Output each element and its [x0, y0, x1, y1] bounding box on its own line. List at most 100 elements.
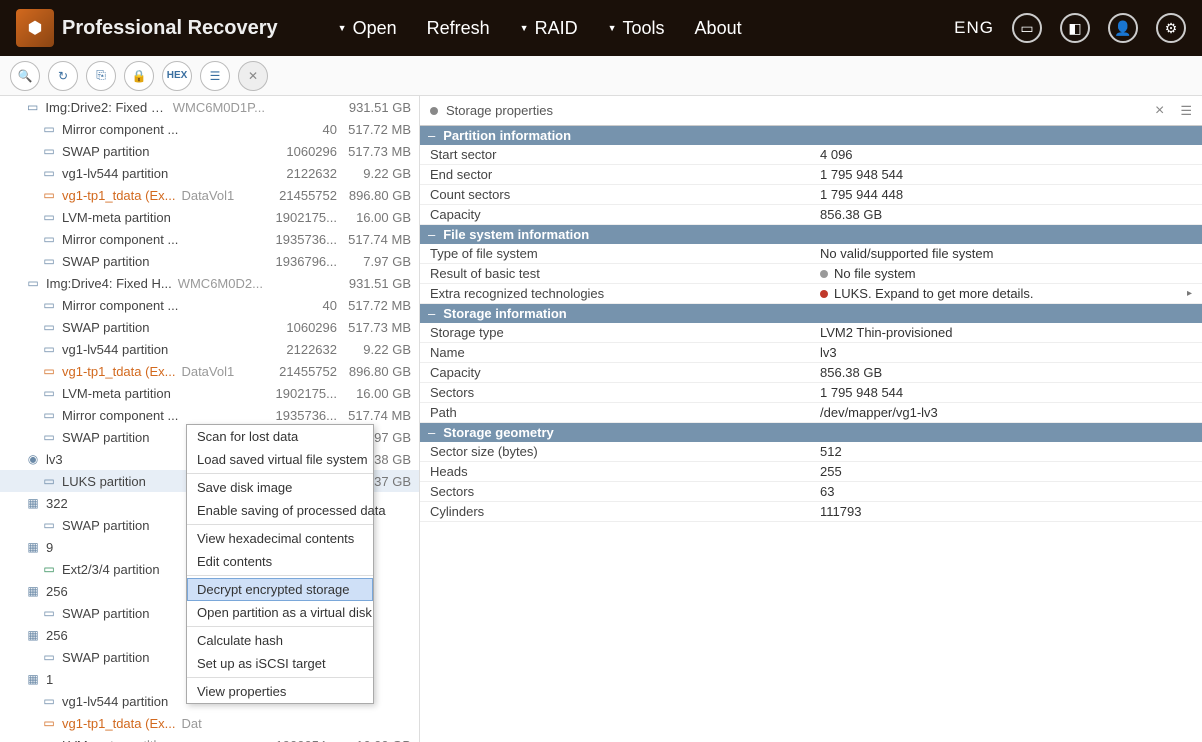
context-menu-item[interactable]: Calculate hash [187, 629, 373, 652]
language-selector[interactable]: ENG [954, 18, 994, 38]
section-title: File system information [443, 227, 589, 242]
context-menu-item[interactable]: View hexadecimal contents [187, 527, 373, 550]
user-icon[interactable]: 👤 [1108, 13, 1138, 43]
caret-down-icon: ▼ [520, 23, 529, 33]
tree-label: LVM-meta partition [62, 210, 171, 225]
tree-sector: 2122632 [265, 342, 337, 357]
main-area: ▭Img:Drive2: Fixed H...WMC6M0D1P...931.5… [0, 96, 1202, 742]
property-value: 856.38 GB [810, 363, 1202, 382]
tree-sector: 1060296 [265, 144, 337, 159]
tree-label: lv3 [46, 452, 63, 467]
menu-open[interactable]: ▼Open [338, 18, 397, 39]
part-icon: ▭ [40, 716, 58, 730]
section-title: Partition information [443, 128, 571, 143]
section-header[interactable]: –Storage information [420, 304, 1202, 323]
tree-row[interactable]: ▭Mirror component ...40517.72 MB [0, 294, 419, 316]
tree-row[interactable]: ▭SWAP partition1060296517.73 MB [0, 140, 419, 162]
tree-label: Mirror component ... [62, 298, 178, 313]
tree-size: 896.80 GB [343, 364, 411, 379]
section-header[interactable]: –Storage geometry [420, 423, 1202, 442]
tree-row[interactable]: ▭SWAP partition1060296517.73 MB [0, 316, 419, 338]
close-icon[interactable]: ✕ [238, 61, 268, 91]
part-icon: ▭ [40, 738, 58, 742]
collapse-icon: – [428, 425, 435, 440]
tab-close-icon[interactable]: × [1155, 102, 1164, 120]
refresh-icon[interactable]: ↻ [48, 61, 78, 91]
context-menu-item[interactable]: Enable saving of processed data [187, 499, 373, 522]
tree-label: vg1-lv544 partition [62, 694, 168, 709]
context-menu-item[interactable]: Open partition as a virtual disk [187, 601, 373, 624]
properties-tab[interactable]: Storage properties × ☰ [420, 96, 1202, 126]
tree-row[interactable]: ▭Mirror component ...1935736...517.74 MB [0, 228, 419, 250]
list-icon[interactable]: ☰ [200, 61, 230, 91]
tree-row[interactable]: ▭vg1-tp1_tdata (Ex...Dat [0, 712, 419, 734]
property-value: No file system [810, 264, 1202, 283]
property-row[interactable]: Extra recognized technologiesLUKS. Expan… [420, 284, 1202, 304]
tree-row[interactable]: ▭LVM-meta partition1902175...16.00 GB [0, 206, 419, 228]
part-icon: ▭ [40, 144, 58, 158]
tree-row[interactable]: ▭Img:Drive2: Fixed H...WMC6M0D1P...931.5… [0, 96, 419, 118]
search-icon[interactable]: 🔍 [10, 61, 40, 91]
property-key: Capacity [420, 205, 810, 224]
tree-label: SWAP partition [62, 320, 149, 335]
menu-open-label: Open [353, 18, 397, 39]
collapse-icon: – [428, 306, 435, 321]
tree-row[interactable]: ▭vg1-tp1_tdata (Ex...DataVol121455752896… [0, 360, 419, 382]
tree-label: SWAP partition [62, 606, 149, 621]
part-icon: ▭ [40, 166, 58, 180]
expand-arrow-icon[interactable]: ▸ [1187, 288, 1192, 299]
tree-row[interactable]: ▭Img:Drive4: Fixed H...WMC6M0D2...931.51… [0, 272, 419, 294]
tree-row[interactable]: ▭vg1-lv544 partition21226329.22 GB [0, 162, 419, 184]
tree-sector: 1936796... [265, 254, 337, 269]
context-menu-item[interactable]: Edit contents [187, 550, 373, 573]
context-menu-item[interactable]: Save disk image [187, 476, 373, 499]
notifications-icon[interactable]: ▭ [1012, 13, 1042, 43]
tree-label: 322 [46, 496, 68, 511]
menu-refresh[interactable]: Refresh [427, 18, 490, 39]
menu-raid[interactable]: ▼RAID [520, 18, 578, 39]
context-menu-separator [187, 575, 373, 576]
lock-icon[interactable]: 🔒 [124, 61, 154, 91]
context-menu-item[interactable]: View properties [187, 680, 373, 703]
context-menu-item[interactable]: Load saved virtual file system [187, 448, 373, 471]
storage-tree[interactable]: ▭Img:Drive2: Fixed H...WMC6M0D1P...931.5… [0, 96, 420, 742]
tree-sector: 21455752 [265, 364, 337, 379]
tree-row[interactable]: ▭Mirror component ...1935736...517.74 MB [0, 404, 419, 426]
context-menu-item[interactable]: Scan for lost data [187, 425, 373, 448]
part-icon: ▭ [40, 188, 58, 202]
context-menu-item[interactable]: Set up as iSCSI target [187, 652, 373, 675]
menu-about[interactable]: About [695, 18, 742, 39]
part-icon: ▭ [40, 320, 58, 334]
tree-label: vg1-lv544 partition [62, 342, 168, 357]
collapse-icon: – [428, 128, 435, 143]
context-menu-item[interactable]: Decrypt encrypted storage [187, 578, 373, 601]
tree-label: SWAP partition [62, 144, 149, 159]
tree-row[interactable]: ▭vg1-lv544 partition21226329.22 GB [0, 338, 419, 360]
property-value: 4 096 [810, 145, 1202, 164]
context-menu: Scan for lost dataLoad saved virtual fil… [186, 424, 374, 704]
section-header[interactable]: –Partition information [420, 126, 1202, 145]
menu-tools[interactable]: ▼Tools [608, 18, 665, 39]
part-icon: ▭ [40, 430, 58, 444]
tree-size: 9.22 GB [343, 342, 411, 357]
tree-row[interactable]: ▭vg1-tp1_tdata (Ex...DataVol121455752896… [0, 184, 419, 206]
open-file-icon[interactable]: ⎘ [86, 61, 116, 91]
context-menu-separator [187, 473, 373, 474]
layout-icon[interactable]: ◧ [1060, 13, 1090, 43]
tree-row[interactable]: ▭LVM-meta partition1902175...16.00 GB [0, 382, 419, 404]
tree-row[interactable]: ▭SWAP partition1936796...7.97 GB [0, 250, 419, 272]
tree-row[interactable]: ▭Mirror component ...40517.72 MB [0, 118, 419, 140]
section-header[interactable]: –File system information [420, 225, 1202, 244]
property-row: Result of basic testNo file system [420, 264, 1202, 284]
gear-icon[interactable]: ⚙ [1156, 13, 1186, 43]
hex-view-icon[interactable]: HEX [162, 61, 192, 91]
menubar: ⬢ Professional Recovery ▼Open Refresh ▼R… [0, 0, 1202, 56]
tree-size: 517.74 MB [343, 408, 411, 423]
tree-row[interactable]: ▭LVM-meta partition1900054...16.00 GB [0, 734, 419, 742]
part-icon: ▭ [40, 298, 58, 312]
tree-label: SWAP partition [62, 650, 149, 665]
section-title: Storage geometry [443, 425, 554, 440]
property-row: End sector1 795 948 544 [420, 165, 1202, 185]
property-value: 1 795 948 544 [810, 383, 1202, 402]
tab-menu-icon[interactable]: ☰ [1180, 103, 1192, 119]
